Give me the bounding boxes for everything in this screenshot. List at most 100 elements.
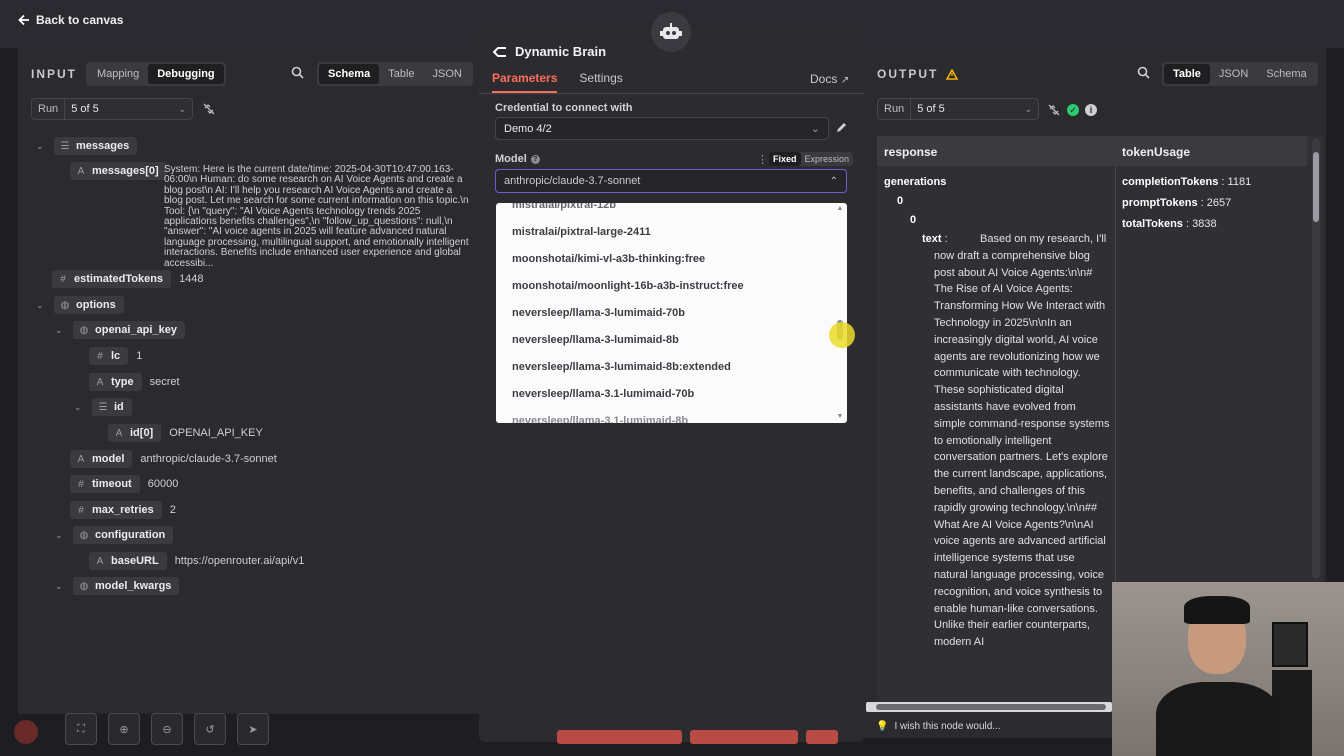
- person-shirt: [1156, 682, 1280, 756]
- credential-select[interactable]: Demo 4/2 ⌄: [495, 117, 829, 140]
- model-option[interactable]: neversleep/llama-3-lumimaid-8b: [512, 334, 679, 346]
- tree-node-messages[interactable]: ⌄ ☰ messages: [36, 137, 138, 155]
- tab-parameters[interactable]: Parameters: [492, 71, 558, 93]
- output-vertical-scrollbar[interactable]: [1312, 138, 1320, 578]
- feedback-bar[interactable]: 💡 I wish this node would...: [864, 714, 1114, 738]
- tree-node-type[interactable]: Atype secret: [89, 373, 180, 391]
- cursor-tool-icon[interactable]: ➤: [237, 713, 269, 745]
- canvas-button[interactable]: [806, 730, 838, 744]
- tree-node-timeout[interactable]: # timeout 60000: [70, 475, 178, 493]
- credential-label: Credential to connect with: [495, 102, 633, 114]
- model-option[interactable]: mistralai/pixtral-large-2411: [512, 226, 651, 238]
- more-vertical-icon[interactable]: ⋮: [757, 153, 768, 166]
- canvas-button[interactable]: [690, 730, 798, 744]
- tab-json[interactable]: JSON: [1210, 64, 1257, 84]
- avatar[interactable]: [14, 720, 38, 744]
- tree-node-openai-api-key[interactable]: ⌄ ◍ openai_api_key: [55, 321, 185, 339]
- chevron-down-icon: ⌄: [36, 140, 44, 151]
- expression-option[interactable]: Expression: [801, 152, 854, 166]
- run-label: Run: [32, 99, 66, 119]
- chevron-down-icon: ⌄: [178, 103, 186, 114]
- output-table-header: [877, 136, 1307, 166]
- tree-node-messages0[interactable]: Amessages[0]: [70, 162, 167, 180]
- model-option[interactable]: moonshotai/moonlight-16b-a3b-instruct:fr…: [512, 280, 744, 292]
- canvas-button[interactable]: [557, 730, 682, 744]
- unlink-icon[interactable]: [203, 103, 215, 118]
- arrow-left-icon: [18, 14, 29, 26]
- scroll-down-icon[interactable]: ▼: [836, 413, 844, 421]
- object-icon: ◍: [79, 529, 89, 541]
- search-icon[interactable]: [291, 66, 304, 82]
- tree-node-options[interactable]: ⌄ ◍ options: [36, 296, 124, 314]
- model-label-row: Model ?: [495, 153, 540, 165]
- chevron-down-icon: ⌄: [1024, 103, 1032, 114]
- column-tokenUsage: tokenUsage: [1122, 145, 1191, 159]
- output-run-selector[interactable]: Run 5 of 5 ⌄: [877, 98, 1039, 120]
- generations-label: generations: [884, 176, 947, 188]
- model-option[interactable]: neversleep/llama-3-lumimaid-8b:extended: [512, 361, 731, 373]
- index-value: 0: [910, 214, 917, 226]
- tree-node-id0[interactable]: Aid[0] OPENAI_API_KEY: [108, 424, 263, 442]
- total-tokens-key: totalTokens: [1122, 218, 1183, 230]
- completion-tokens-value: 1181: [1227, 176, 1252, 188]
- fixed-expression-toggle: Fixed Expression: [769, 152, 854, 166]
- model-dropdown: mistralai/pixtral-12b mistralai/pixtral-…: [496, 203, 847, 423]
- tree-node-configuration[interactable]: ⌄ ◍ configuration: [55, 526, 174, 544]
- id0-value: OPENAI_API_KEY: [169, 427, 263, 439]
- wall-frame: [1272, 622, 1308, 667]
- chevron-down-icon: ⌄: [810, 123, 820, 135]
- dropdown-scrollbar[interactable]: ▲ ▼: [836, 205, 844, 421]
- info-icon[interactable]: i: [1085, 104, 1097, 116]
- tree-node-model[interactable]: Amodel anthropic/claude-3.7-sonnet: [70, 450, 277, 468]
- scroll-thumb[interactable]: [1313, 152, 1319, 222]
- number-type-icon: #: [78, 504, 84, 516]
- pencil-icon[interactable]: [835, 121, 848, 137]
- tab-schema[interactable]: Schema: [319, 64, 380, 84]
- tab-schema[interactable]: Schema: [1257, 64, 1315, 84]
- help-icon[interactable]: ?: [530, 154, 540, 164]
- type-value: secret: [149, 376, 180, 388]
- tree-node-max-retries[interactable]: # max_retries 2: [70, 501, 176, 519]
- total-tokens-value: 3838: [1192, 218, 1217, 230]
- mouse-highlight: [829, 322, 855, 348]
- estimatedTokens-value: 1448: [179, 273, 204, 285]
- output-horizontal-scrollbar[interactable]: [866, 702, 1112, 712]
- model-option[interactable]: neversleep/llama-3-lumimaid-70b: [512, 307, 685, 319]
- scroll-thumb[interactable]: [876, 704, 1106, 710]
- search-icon[interactable]: [1137, 66, 1150, 82]
- undo-icon[interactable]: ↺: [194, 713, 226, 745]
- back-to-canvas-link[interactable]: Back to canvas: [18, 13, 123, 27]
- credential-value: Demo 4/2: [504, 122, 552, 135]
- tree-node-lc[interactable]: # lc 1: [89, 347, 142, 365]
- tree-node-id[interactable]: ⌄ ☰ id: [74, 398, 132, 416]
- tab-table[interactable]: Table: [379, 64, 423, 84]
- tab-mapping[interactable]: Mapping: [88, 64, 148, 84]
- model-option[interactable]: mistralai/pixtral-12b: [512, 203, 616, 211]
- model-value: anthropic/claude-3.7-sonnet: [140, 453, 277, 465]
- tree-node-model-kwargs[interactable]: ⌄ ◍ model_kwargs: [55, 577, 180, 595]
- model-option[interactable]: moonshotai/kimi-vl-a3b-thinking:free: [512, 253, 705, 265]
- tree-node-estimatedTokens[interactable]: # estimatedTokens 1448: [52, 270, 204, 288]
- scroll-up-icon[interactable]: ▲: [836, 205, 844, 213]
- fixed-option[interactable]: Fixed: [769, 152, 801, 166]
- model-option[interactable]: neversleep/llama-3.1-lumimaid-8b: [512, 415, 688, 423]
- model-option[interactable]: neversleep/llama-3.1-lumimaid-70b: [512, 388, 694, 400]
- tab-json[interactable]: JSON: [424, 64, 471, 84]
- model-label: Model: [495, 153, 527, 165]
- run-label: Run: [878, 99, 912, 119]
- docs-link[interactable]: Docs ↗: [810, 72, 849, 86]
- zoom-in-icon[interactable]: ⊕: [108, 713, 140, 745]
- model-select[interactable]: anthropic/claude-3.7-sonnet ⌃: [495, 169, 847, 193]
- tab-table[interactable]: Table: [1164, 64, 1210, 84]
- tab-settings[interactable]: Settings: [579, 71, 622, 93]
- output-title-row: OUTPUT: [877, 67, 959, 81]
- input-run-selector[interactable]: Run 5 of 5 ⌄: [31, 98, 193, 120]
- unlink-icon[interactable]: [1048, 104, 1060, 119]
- tab-debugging[interactable]: Debugging: [148, 64, 224, 84]
- tree-node-baseURL[interactable]: AbaseURL https://openrouter.ai/api/v1: [89, 552, 304, 570]
- messages0-value: System: Here is the current date/time: 2…: [164, 164, 469, 269]
- number-type-icon: #: [78, 478, 84, 490]
- zoom-out-icon[interactable]: ⊖: [151, 713, 183, 745]
- fit-view-icon[interactable]: ⛶: [65, 713, 97, 745]
- langchain-icon: [493, 46, 506, 57]
